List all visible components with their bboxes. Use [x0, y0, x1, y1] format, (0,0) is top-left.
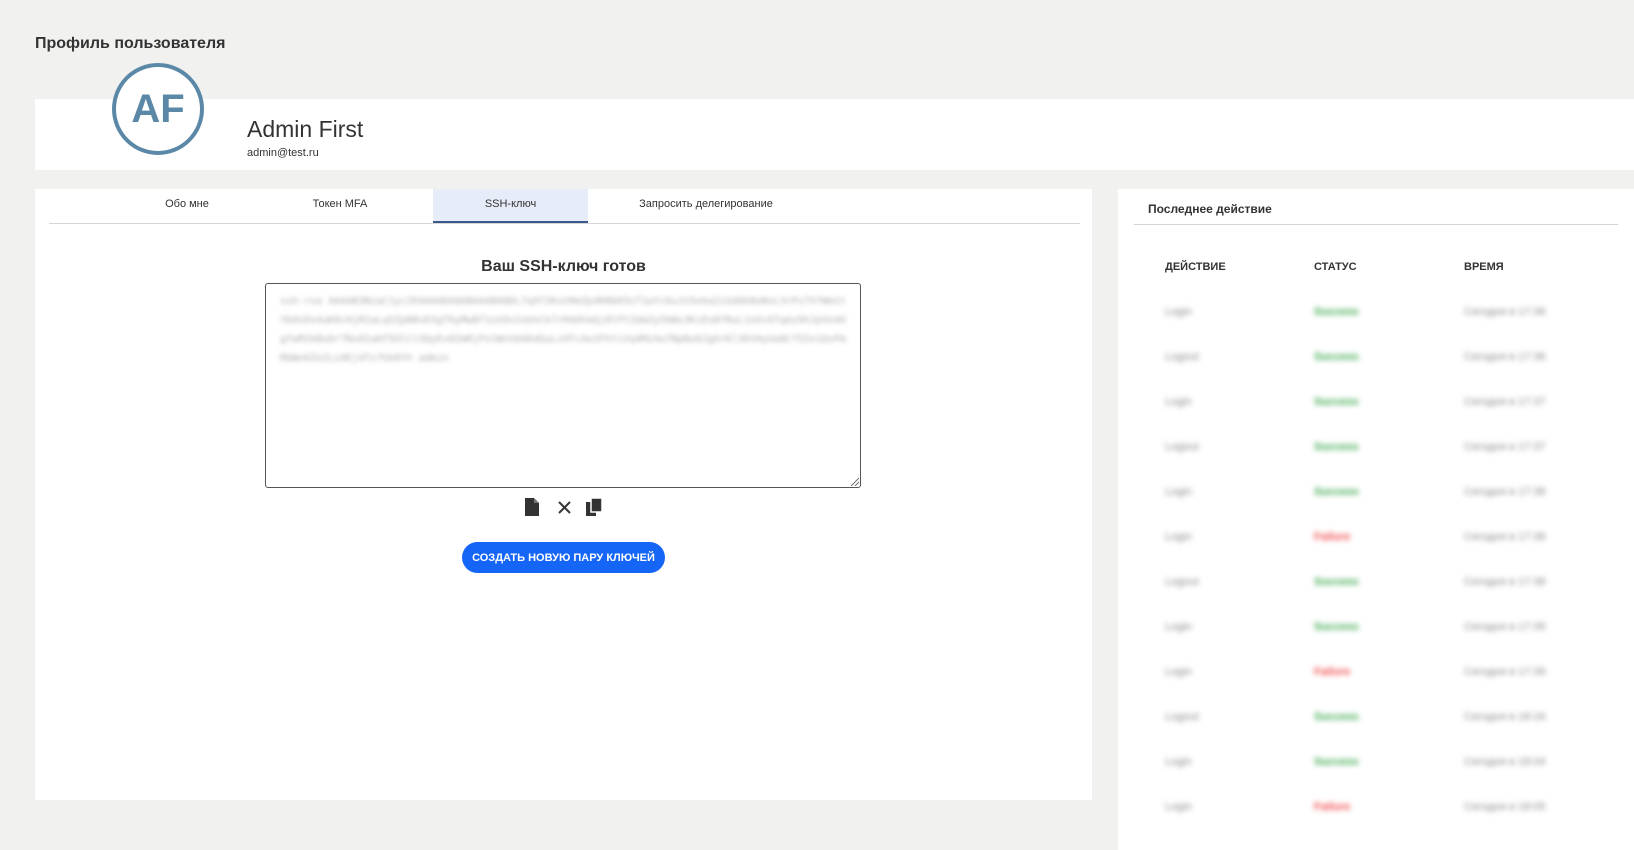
resize-handle[interactable]	[851, 478, 859, 486]
activity-row: Logout Success Сегодня в 17:36	[1118, 351, 1634, 371]
activity-status: Success	[1314, 396, 1359, 408]
activity-row: Login Failure Сегодня в 17:39	[1118, 666, 1634, 686]
activity-action: Login	[1165, 801, 1192, 813]
activity-row: Login Success Сегодня в 17:39	[1118, 621, 1634, 641]
activity-action: Logout	[1165, 576, 1199, 588]
activity-action: Login	[1165, 396, 1192, 408]
activity-status: Success	[1314, 711, 1359, 723]
activity-status: Success	[1314, 351, 1359, 363]
activity-row: Login Success Сегодня в 17:36	[1118, 306, 1634, 326]
activity-divider	[1134, 224, 1618, 225]
copy-icon[interactable]	[583, 495, 605, 519]
activity-action: Logout	[1165, 441, 1199, 453]
ssh-key-actions	[521, 495, 621, 519]
column-header-time: ВРЕМЯ	[1464, 261, 1504, 273]
close-icon[interactable]	[553, 495, 575, 519]
recent-activity-panel: Последнее действие ДЕЙСТВИЕ СТАТУС ВРЕМЯ…	[1118, 189, 1634, 850]
page-title: Профиль пользователя	[35, 35, 226, 52]
activity-status: Success	[1314, 441, 1359, 453]
activity-row: Logout Success Сегодня в 18:16	[1118, 711, 1634, 731]
activity-time: Сегодня в 17:37	[1464, 396, 1546, 408]
tab-about[interactable]: Обо мне	[139, 189, 235, 223]
tab-ssh-key[interactable]: SSH-ключ	[433, 189, 588, 223]
activity-action: Login	[1165, 756, 1192, 768]
activity-status: Success	[1314, 306, 1359, 318]
column-header-status: СТАТУС	[1314, 261, 1357, 273]
activity-action: Login	[1165, 621, 1192, 633]
activity-action: Logout	[1165, 351, 1199, 363]
activity-status: Failure	[1314, 666, 1351, 678]
activity-time: Сегодня в 17:38	[1464, 486, 1546, 498]
activity-row: Login Success Сегодня в 17:37	[1118, 396, 1634, 416]
activity-time: Сегодня в 18:05	[1464, 801, 1546, 813]
avatar: AF	[112, 63, 204, 155]
activity-time: Сегодня в 17:38	[1464, 576, 1546, 588]
column-header-action: ДЕЙСТВИЕ	[1165, 261, 1226, 273]
activity-status: Failure	[1314, 531, 1351, 543]
activity-status: Success	[1314, 621, 1359, 633]
activity-status: Success	[1314, 486, 1359, 498]
activity-status: Success	[1314, 576, 1359, 588]
tab-request-delegation[interactable]: Запросить делегирование	[617, 189, 795, 223]
activity-action: Login	[1165, 306, 1192, 318]
file-icon[interactable]	[521, 495, 543, 519]
activity-time: Сегодня в 17:39	[1464, 621, 1546, 633]
activity-time: Сегодня в 17:39	[1464, 666, 1546, 678]
activity-action: Login	[1165, 486, 1192, 498]
activity-status: Failure	[1314, 801, 1351, 813]
activity-row: Login Failure Сегодня в 17:38	[1118, 531, 1634, 551]
create-key-pair-button[interactable]: СОЗДАТЬ НОВУЮ ПАРУ КЛЮЧЕЙ	[462, 542, 665, 573]
activity-action: Logout	[1165, 711, 1199, 723]
activity-row: Logout Success Сегодня в 17:38	[1118, 576, 1634, 596]
activity-row: Logout Success Сегодня в 17:37	[1118, 441, 1634, 461]
activity-status: Success	[1314, 756, 1359, 768]
activity-row: Login Success Сегодня в 18:04	[1118, 756, 1634, 776]
activity-time: Сегодня в 18:04	[1464, 756, 1546, 768]
activity-time: Сегодня в 17:36	[1464, 306, 1546, 318]
activity-time: Сегодня в 17:36	[1464, 351, 1546, 363]
activity-action: Login	[1165, 666, 1192, 678]
activity-row: Login Success Сегодня в 17:38	[1118, 486, 1634, 506]
tab-mfa-token[interactable]: Токен MFA	[292, 189, 388, 223]
ssh-key-textarea[interactable]: ssh-rsa AAAAB3NzaC1yc2EAAAADAQABAAABAQDL…	[265, 283, 861, 488]
ssh-key-title: Ваш SSH-ключ готов	[481, 258, 646, 275]
activity-time: Сегодня в 17:37	[1464, 441, 1546, 453]
activity-title: Последнее действие	[1148, 202, 1272, 216]
activity-time: Сегодня в 18:16	[1464, 711, 1546, 723]
profile-tabs: Обо мне Токен MFA SSH-ключ Запросить дел…	[49, 189, 1080, 224]
ssh-key-value: ssh-rsa AAAAB3NzaC1yc2EAAAADAQABAAABAQDL…	[280, 296, 846, 364]
user-email: admin@test.ru	[247, 147, 319, 159]
activity-row: Login Failure Сегодня в 18:05	[1118, 801, 1634, 821]
profile-main-panel: Обо мне Токен MFA SSH-ключ Запросить дел…	[35, 189, 1092, 800]
user-name: Admin First	[247, 116, 364, 142]
activity-time: Сегодня в 17:38	[1464, 531, 1546, 543]
activity-action: Login	[1165, 531, 1192, 543]
